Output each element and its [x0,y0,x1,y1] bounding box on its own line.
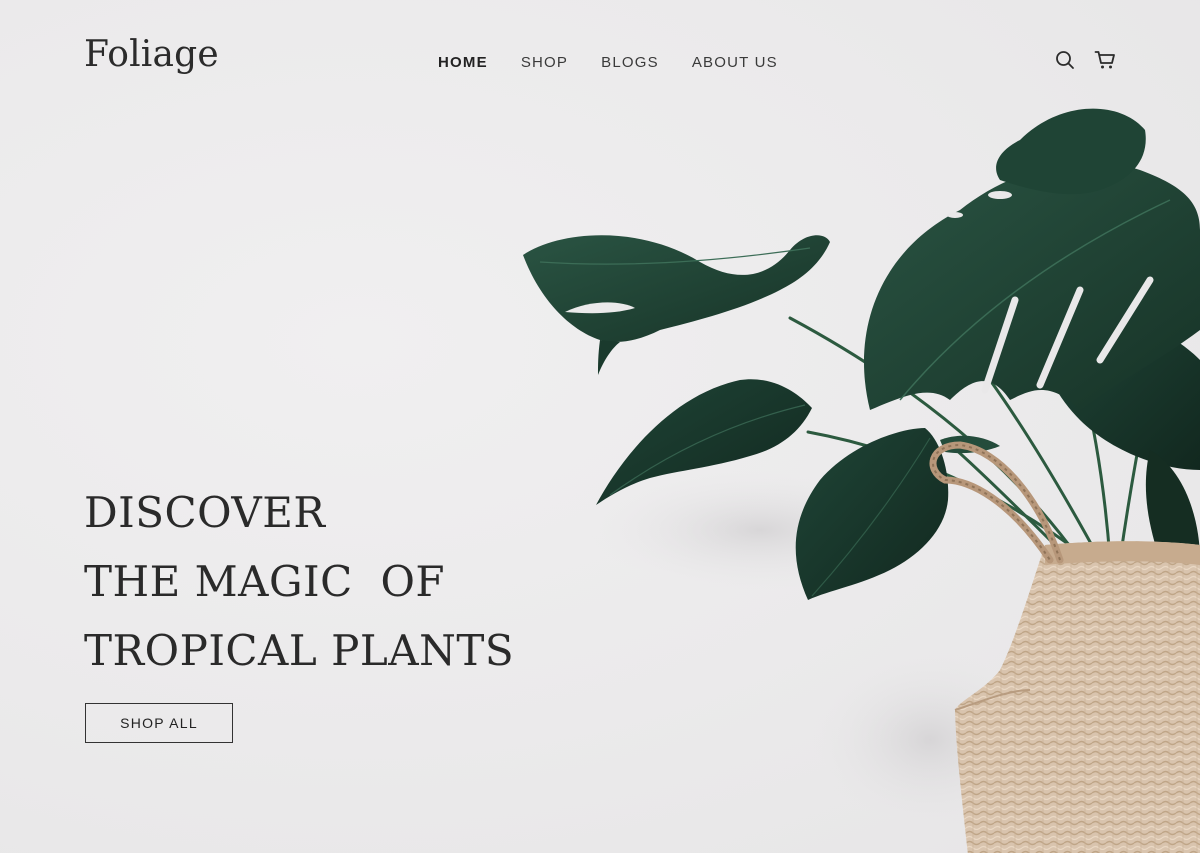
nav-item-about-us[interactable]: ABOUT US [692,54,778,71]
cart-icon[interactable] [1094,49,1116,71]
nav-item-blogs[interactable]: BLOGS [601,54,659,71]
hero-headline: DISCOVER THE MAGIC OF TROPICAL PLANTS [84,478,514,685]
main-nav: HOME SHOP BLOGS ABOUT US [438,54,778,71]
hero-headline-line-2: THE MAGIC OF [84,557,446,606]
page: Foliage HOME SHOP BLOGS ABOUT US DISCOVE… [0,0,1200,855]
hero-headline-line-3: TROPICAL PLANTS [84,626,515,675]
hero-headline-line-1: DISCOVER [84,488,326,537]
nav-item-home[interactable]: HOME [438,54,488,71]
site-logo[interactable]: Foliage [84,34,219,75]
nav-item-shop[interactable]: SHOP [521,54,568,71]
header-actions [1054,49,1116,71]
shop-all-button[interactable]: SHOP ALL [85,703,233,743]
search-icon[interactable] [1054,49,1076,71]
